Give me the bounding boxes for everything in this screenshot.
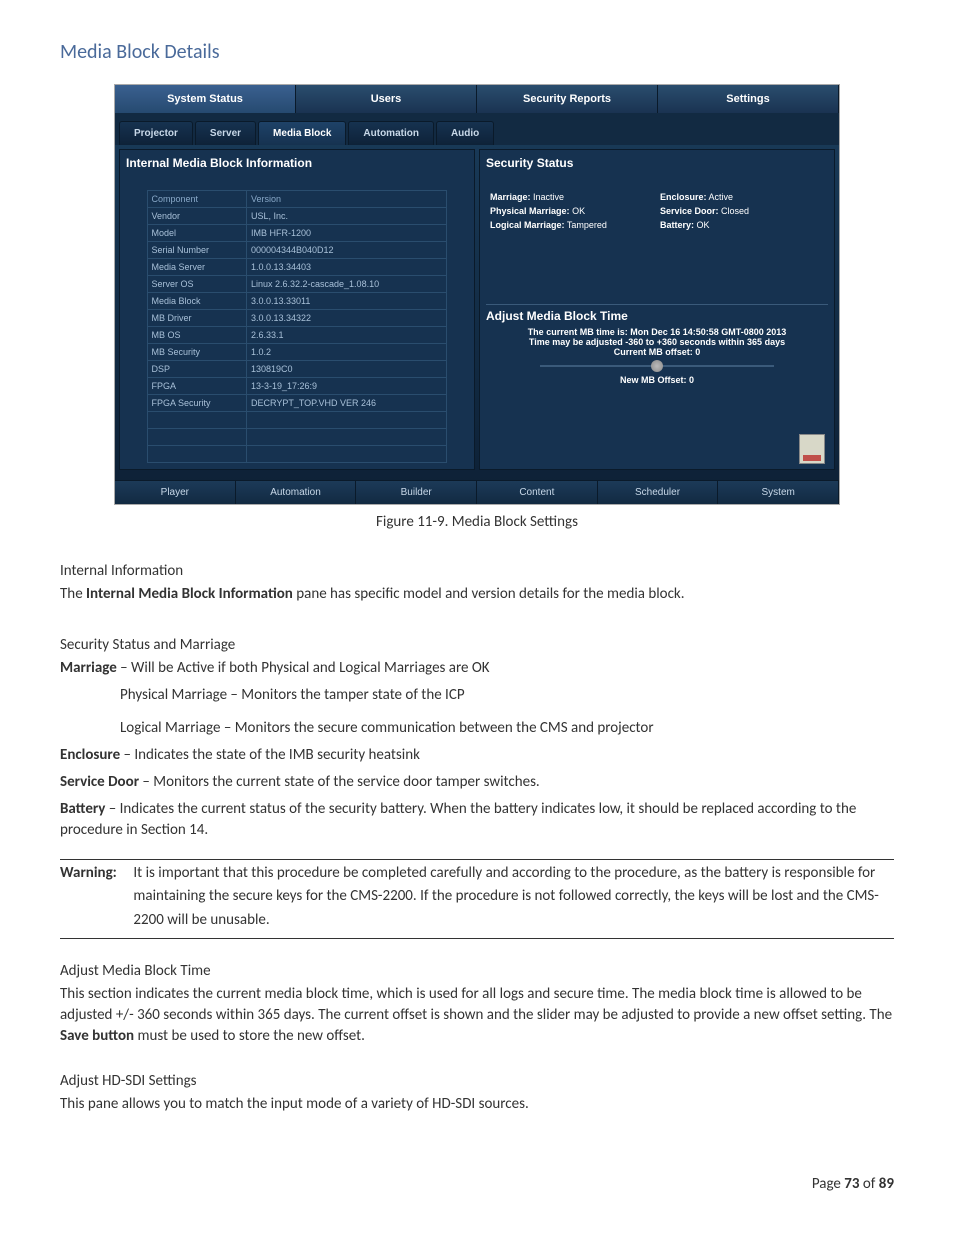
bottom-bar: Player Automation Builder Content Schedu… (115, 480, 839, 504)
table-row: Media Block3.0.0.13.33011 (147, 293, 447, 310)
tab-users[interactable]: Users (296, 85, 477, 113)
warning-label: Warning: (60, 862, 130, 885)
sub-tabs: Projector Server Media Block Automation … (115, 113, 839, 145)
divider-top (60, 859, 894, 860)
table-row: DSP130819C0 (147, 361, 447, 378)
table-row (147, 412, 447, 429)
table-row (147, 446, 447, 463)
internal-info-head: Internal Information (60, 561, 894, 582)
col-component: Component (147, 191, 246, 208)
subtab-automation[interactable]: Automation (348, 121, 434, 145)
top-tabs: System Status Users Security Reports Set… (115, 85, 839, 113)
service-door-line: Service Door – Monitors the current stat… (60, 772, 894, 793)
slider-handle[interactable] (651, 360, 663, 372)
security-grid: Marriage: Inactive Enclosure: Active Phy… (486, 178, 828, 244)
bottom-tab-system[interactable]: System (718, 481, 839, 504)
battery-line: Battery – Indicates the current status o… (60, 799, 894, 841)
enclosure-line: Enclosure – Indicates the state of the I… (60, 745, 894, 766)
subtab-media-block[interactable]: Media Block (258, 121, 346, 145)
phys-marriage-label: Physical Marriage: (490, 206, 570, 216)
divider-bottom (60, 938, 894, 939)
adjust-current-time: The current MB time is: Mon Dec 16 14:50… (490, 327, 824, 337)
subtab-audio[interactable]: Audio (436, 121, 494, 145)
adjust-body-text: This section indicates the current media… (60, 984, 894, 1047)
table-row: MB Driver3.0.0.13.34322 (147, 310, 447, 327)
adjust-range: Time may be adjusted -360 to +360 second… (490, 337, 824, 347)
right-panel-title: Security Status (486, 156, 828, 170)
section-title: Media Block Details (60, 40, 894, 64)
service-door-value: Closed (721, 206, 749, 216)
table-row: VendorUSL, Inc. (147, 208, 447, 225)
figure-caption: Figure 11-9. Media Block Settings (60, 513, 894, 531)
logi-marriage-label: Logical Marriage: (490, 220, 565, 230)
battery-value: OK (697, 220, 710, 230)
enclosure-value: Active (709, 192, 734, 202)
table-row: Serial Number000004344B040D12 (147, 242, 447, 259)
hdsdi-head: Adjust HD-SDI Settings (60, 1071, 894, 1092)
left-panel: Internal Media Block Information Compone… (119, 149, 475, 470)
marriage-value: Inactive (533, 192, 564, 202)
save-button[interactable] (799, 434, 825, 464)
hdsdi-body: This pane allows you to match the input … (60, 1094, 894, 1115)
warning-block: Warning: It is important that this proce… (60, 862, 894, 932)
subtab-projector[interactable]: Projector (119, 121, 193, 145)
table-row: FPGA13-3-19_17:26:9 (147, 378, 447, 395)
bottom-tab-player[interactable]: Player (115, 481, 236, 504)
tab-settings[interactable]: Settings (658, 85, 839, 113)
enclosure-label: Enclosure: (660, 192, 707, 202)
bottom-tab-content[interactable]: Content (477, 481, 598, 504)
subtab-server[interactable]: Server (195, 121, 256, 145)
adjust-title: Adjust Media Block Time (486, 304, 828, 323)
phys-marriage-value: OK (572, 206, 585, 216)
battery-label: Battery: (660, 220, 694, 230)
table-row: MB OS2.6.33.1 (147, 327, 447, 344)
service-door-label: Service Door: (660, 206, 719, 216)
warning-body: It is important that this procedure be c… (133, 862, 891, 932)
tab-security-reports[interactable]: Security Reports (477, 85, 658, 113)
table-row (147, 429, 447, 446)
table-row: FPGA SecurityDECRYPT_TOP.VHD VER 246 (147, 395, 447, 412)
marriage-line: Marriage – Will be Active if both Physic… (60, 658, 894, 679)
table-header-row: Component Version (147, 191, 447, 208)
bottom-tab-builder[interactable]: Builder (356, 481, 477, 504)
right-panel: Security Status Marriage: Inactive Enclo… (479, 149, 835, 470)
marriage-label: Marriage: (490, 192, 531, 202)
internal-info-p1: The Internal Media Block Information pan… (60, 584, 894, 605)
logi-marriage-value: Tampered (567, 220, 607, 230)
phys-marriage-line: Physical Marriage – Monitors the tamper … (60, 685, 894, 706)
bottom-tab-scheduler[interactable]: Scheduler (598, 481, 719, 504)
security-head: Security Status and Marriage (60, 635, 894, 656)
logi-marriage-line: Logical Marriage – Monitors the secure c… (60, 718, 894, 739)
adjust-head: Adjust Media Block Time (60, 961, 894, 982)
page-footer: Page 73 of 89 (60, 1175, 894, 1193)
table-row: Server OSLinux 2.6.32.2-cascade_1.08.10 (147, 276, 447, 293)
table-row: Media Server1.0.0.13.34403 (147, 259, 447, 276)
table-row: ModelIMB HFR-1200 (147, 225, 447, 242)
adjust-current-offset: Current MB offset: 0 (490, 347, 824, 357)
info-table: Component Version VendorUSL, Inc. ModelI… (147, 190, 448, 463)
offset-slider[interactable] (540, 365, 774, 367)
col-version: Version (246, 191, 446, 208)
left-panel-title: Internal Media Block Information (126, 156, 468, 170)
app-screenshot: System Status Users Security Reports Set… (114, 84, 840, 505)
bottom-tab-automation[interactable]: Automation (236, 481, 357, 504)
adjust-new-offset: New MB Offset: 0 (490, 375, 824, 385)
tab-system-status[interactable]: System Status (115, 85, 296, 113)
table-row: MB Security1.0.2 (147, 344, 447, 361)
